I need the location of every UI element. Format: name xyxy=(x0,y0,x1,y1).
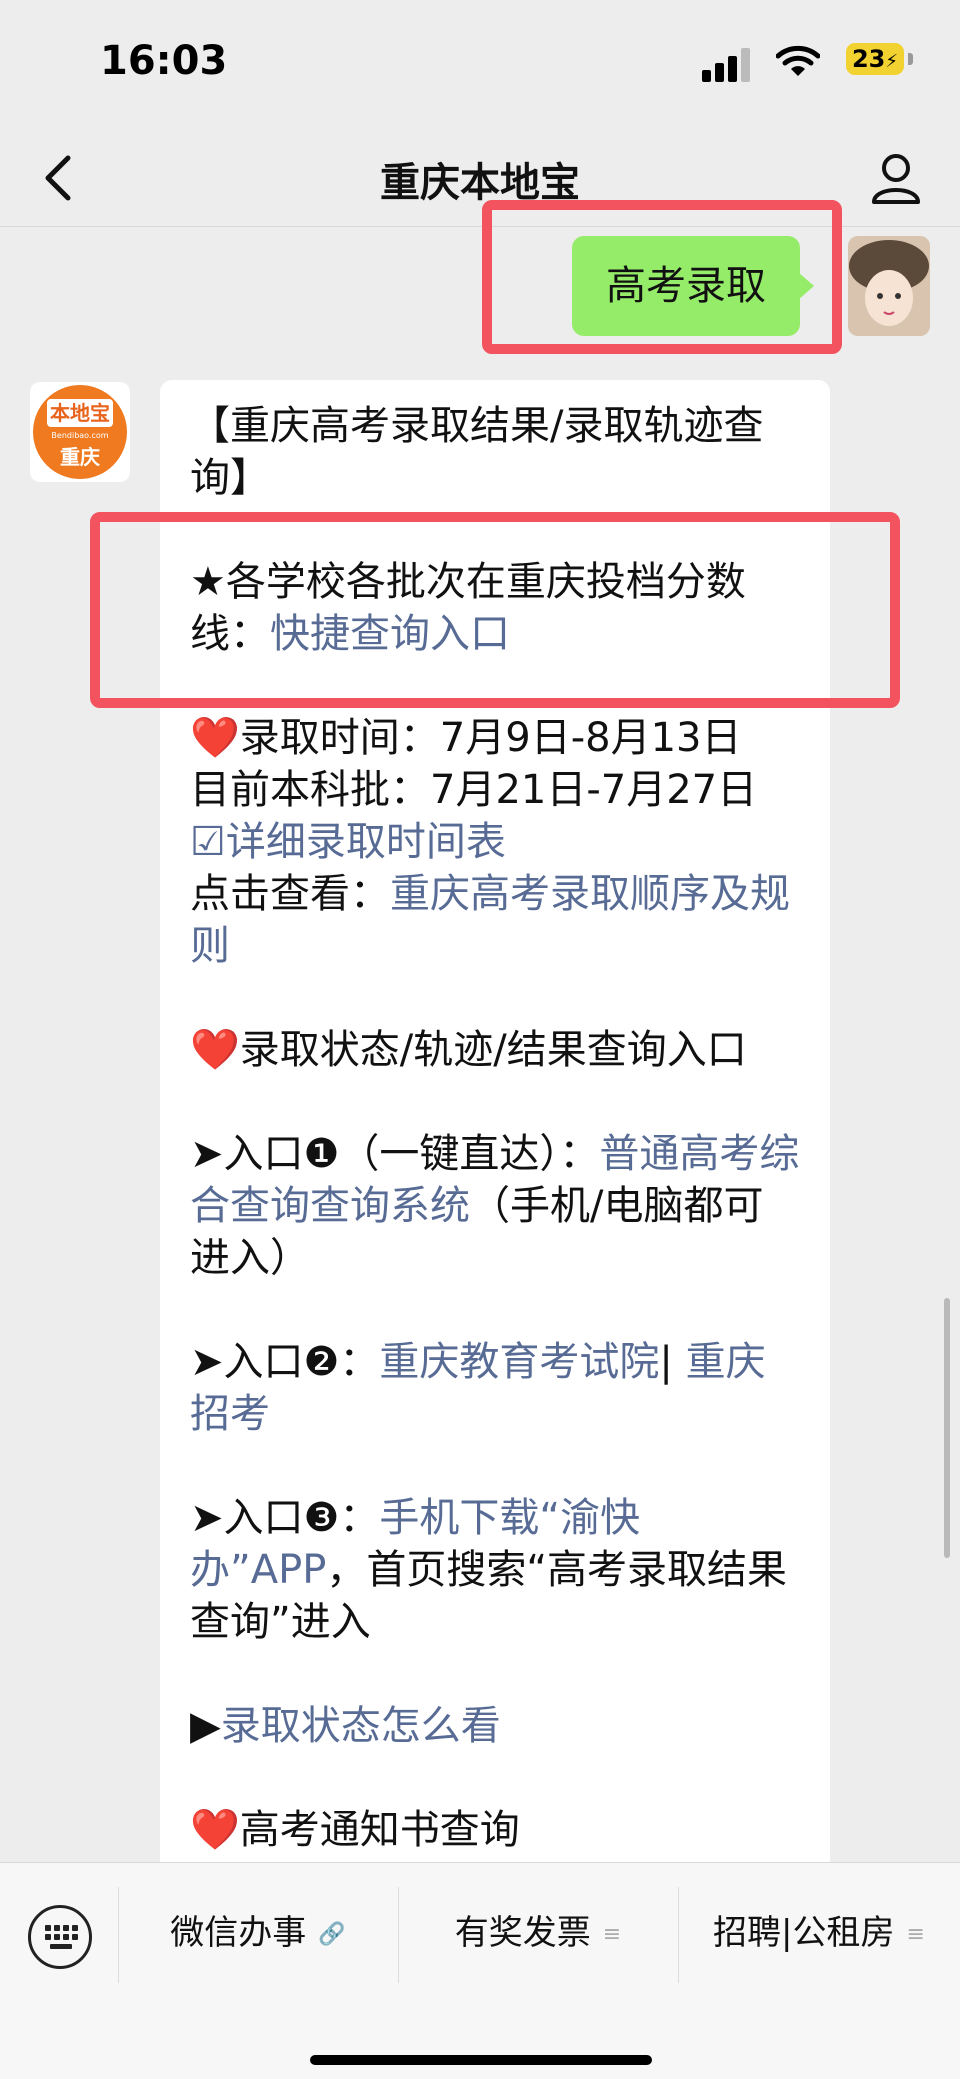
entry1-paragraph: ➤入口❶（一键直达）：普通高考综合查询查询系统（手机/电脑都可进入） xyxy=(190,1128,800,1284)
official-account-avatar[interactable]: 本地宝 Bendibao.com 重庆 xyxy=(30,382,130,482)
menu-item-prize-invoice[interactable]: 有奖发票 ≡ xyxy=(398,1863,678,2003)
entry2-link-exam-authority[interactable]: 重庆教育考试院 xyxy=(379,1339,659,1385)
scrollbar[interactable] xyxy=(944,1298,950,1558)
link-icon: 🔗 xyxy=(318,1921,346,1947)
order-rules-paragraph: 点击查看：重庆高考录取顺序及规则 xyxy=(190,868,800,972)
play-triangle-icon: ▶ xyxy=(190,1703,221,1749)
notice-heading: ❤️高考通知书查询 xyxy=(190,1807,520,1853)
menu-item-wechat-services[interactable]: 微信办事 🔗 xyxy=(118,1863,398,2003)
keyboard-toggle-button[interactable] xyxy=(28,1905,92,1969)
entry1-label: ➤入口❶（一键直达）： xyxy=(190,1131,600,1177)
status-guide-link[interactable]: 录取状态怎么看 xyxy=(221,1703,501,1749)
menu-lines-icon: ≡ xyxy=(906,1921,925,1947)
schedule-link[interactable]: ☑详细录取时间表 xyxy=(190,816,800,868)
logo-url-text: Bendibao.com xyxy=(51,431,109,440)
user-avatar[interactable] xyxy=(848,236,930,336)
entry3-label: ➤入口❸： xyxy=(190,1495,380,1541)
highlight-box-score-line xyxy=(90,512,900,708)
entry3-paragraph: ➤入口❸：手机下载“渝快办”APP，首页搜索“高考录取结果查询”进入 xyxy=(190,1492,800,1648)
logo-city-text: 重庆 xyxy=(60,445,100,469)
cellular-signal-icon xyxy=(702,48,754,82)
menu-lines-icon: ≡ xyxy=(602,1921,622,1947)
user-avatar-image xyxy=(848,236,930,336)
highlight-box-sent-message xyxy=(482,200,842,354)
entry2-label: ➤入口❷： xyxy=(190,1339,380,1385)
status-time: 16:03 xyxy=(100,38,228,84)
battery-cap xyxy=(908,53,913,65)
status-guide-paragraph: ▶录取状态怎么看 xyxy=(190,1700,800,1752)
menu-item-jobs-housing[interactable]: 招聘|公租房 ≡ xyxy=(678,1863,960,2003)
battery-icon: 23⚡ xyxy=(846,43,904,75)
person-icon xyxy=(872,154,920,204)
status-icons: 23⚡ xyxy=(660,38,960,88)
charging-bolt-icon: ⚡ xyxy=(885,51,899,72)
wifi-icon xyxy=(776,45,820,76)
status-bar: 16:03 23⚡ xyxy=(0,0,960,130)
reply-heading: 【重庆高考录取结果/录取轨迹查询】 xyxy=(190,403,764,501)
battery-level: 23 xyxy=(851,45,886,73)
menu-item-label: 有奖发票 xyxy=(454,1913,591,1953)
bottom-menu-bar: 微信办事 🔗 有奖发票 ≡ 招聘|公租房 ≡ xyxy=(0,1862,960,2079)
logo-brand-text: 本地宝 xyxy=(47,399,113,427)
menu-item-label: 招聘|公租房 xyxy=(713,1913,895,1953)
menu-item-label: 微信办事 xyxy=(170,1913,307,1953)
bendibao-logo: 本地宝 Bendibao.com 重庆 xyxy=(33,385,127,479)
official-account-profile-button[interactable] xyxy=(868,148,924,208)
status-query-heading: ❤️录取状态/轨迹/结果查询入口 xyxy=(190,1027,747,1073)
current-batch: 目前本科批：7月21日-7月27日 xyxy=(190,767,758,813)
keyboard-icon xyxy=(45,1925,78,1949)
entry2-separator: | xyxy=(659,1339,686,1385)
click-view-text: 点击查看： xyxy=(190,871,390,917)
home-indicator[interactable] xyxy=(310,2055,652,2065)
admission-time: ❤️录取时间：7月9日-8月13日 xyxy=(190,715,742,761)
entry2-paragraph: ➤入口❷：重庆教育考试院| 重庆招考 xyxy=(190,1336,800,1440)
